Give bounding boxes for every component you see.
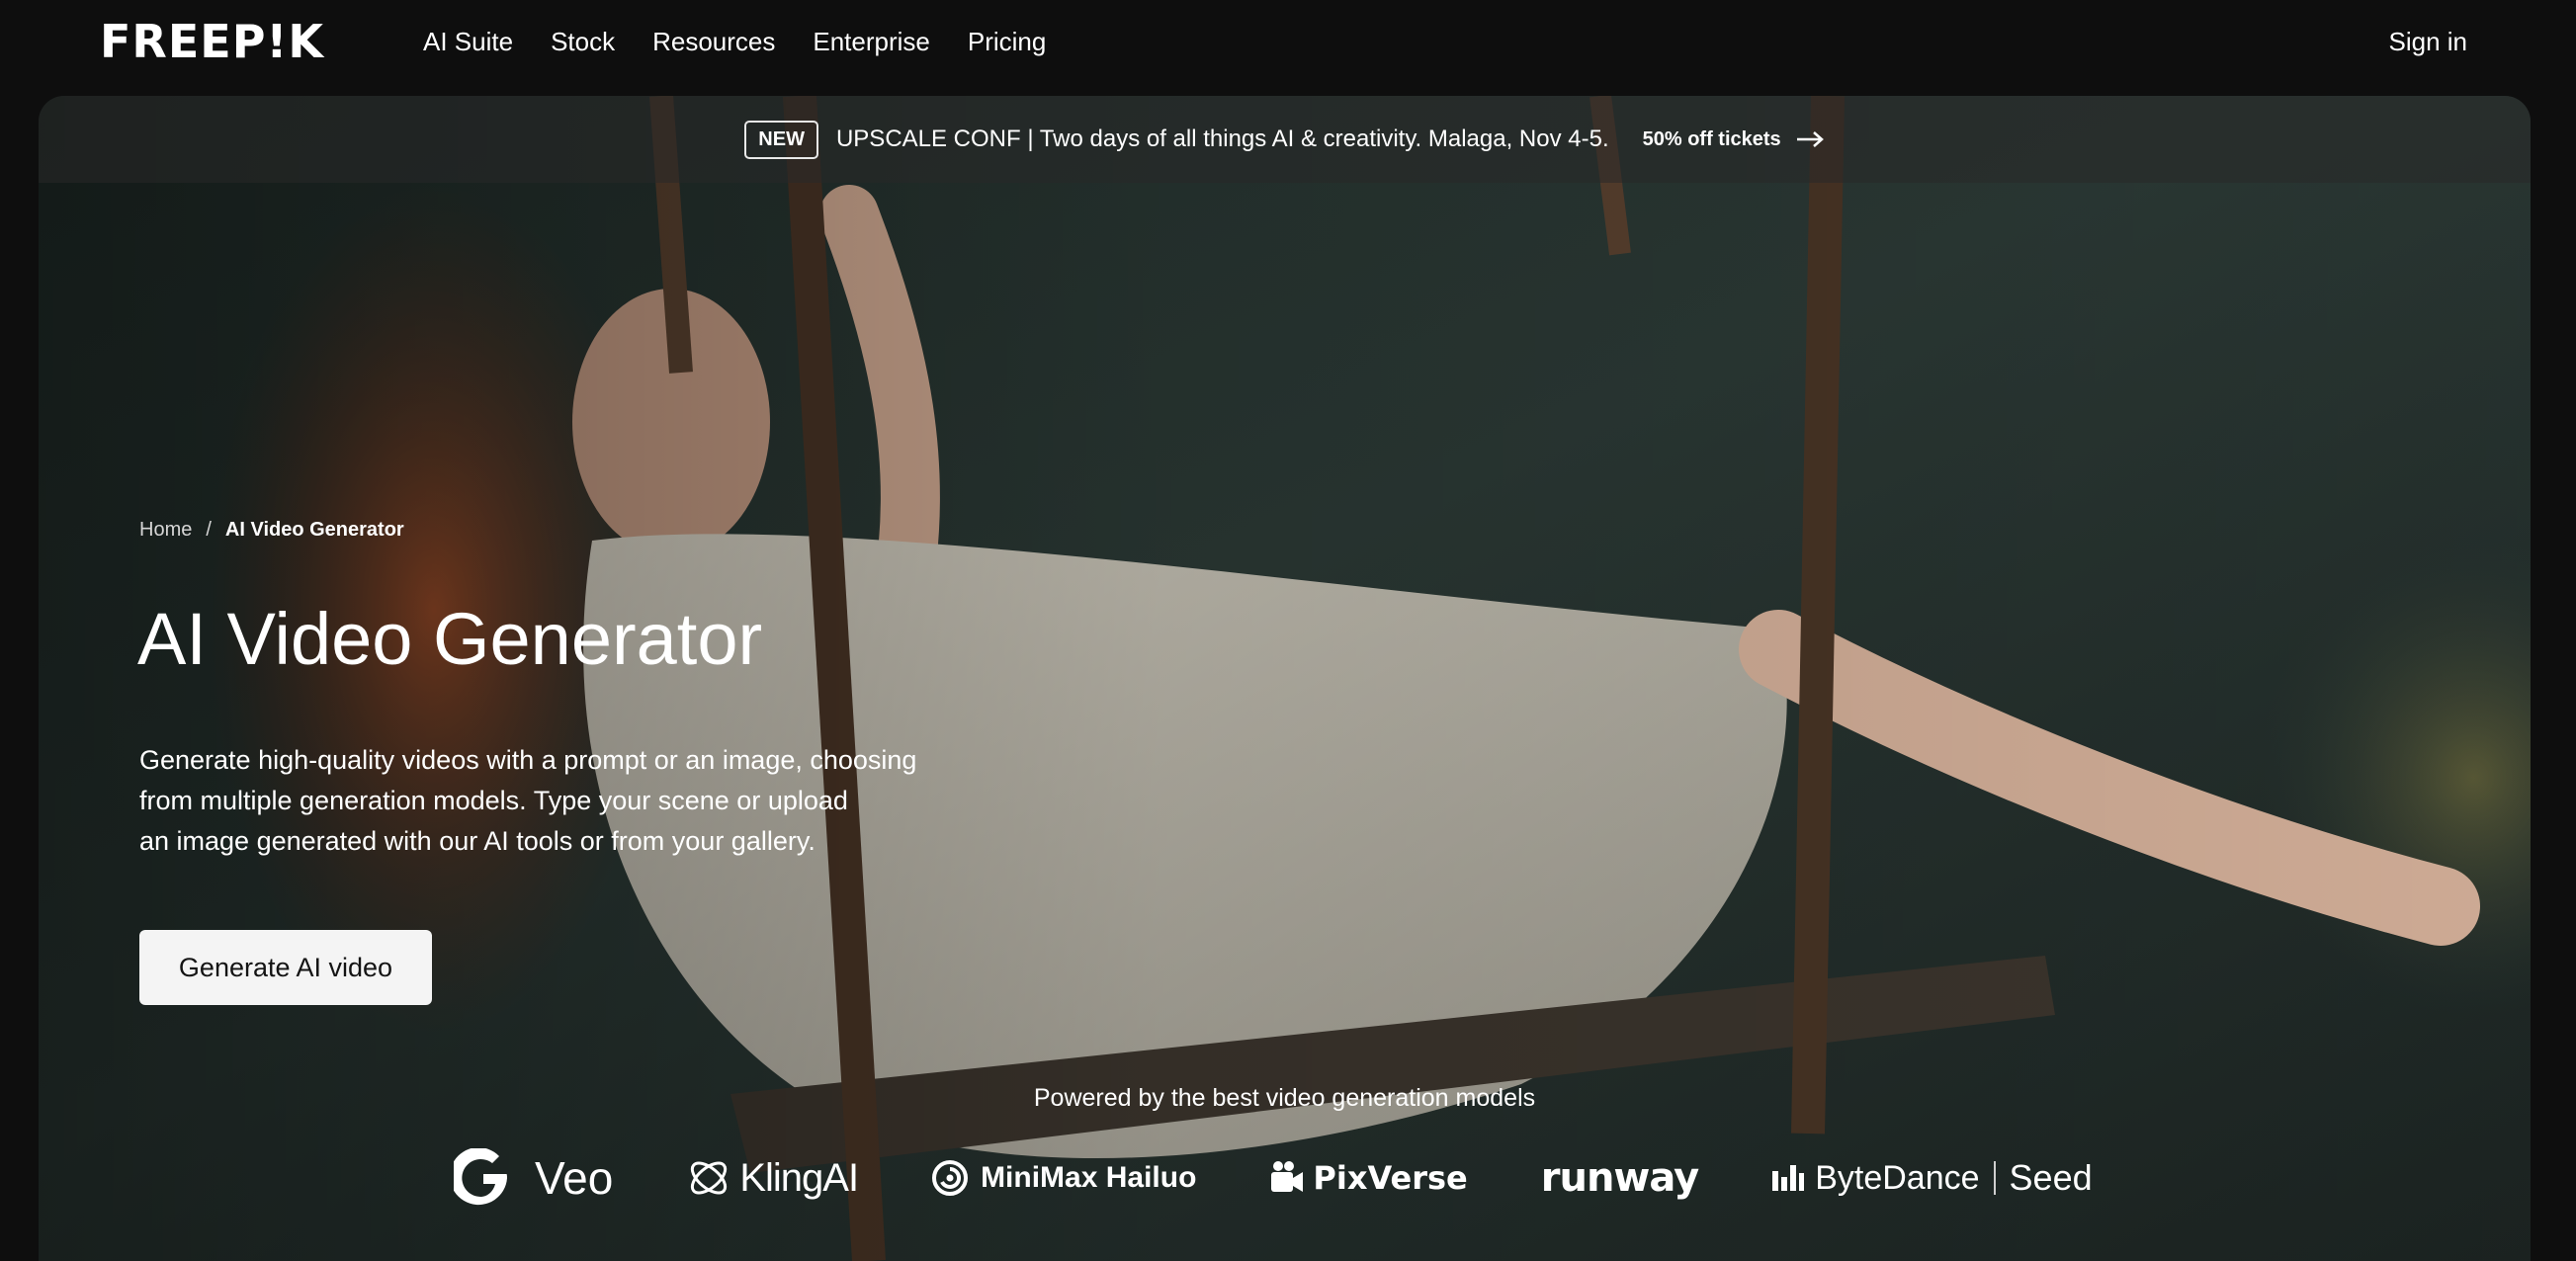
model-veo: Veo	[454, 1148, 613, 1208]
model-kling: KlingAI	[686, 1155, 859, 1201]
model-label: MiniMax Hailuo	[981, 1161, 1197, 1194]
nav-enterprise[interactable]: Enterprise	[813, 27, 930, 57]
kling-icon	[691, 1161, 728, 1195]
model-secondary-label: Seed	[2009, 1157, 2093, 1198]
hero-section: NEW UPSCALE CONF | Two days of all thing…	[39, 96, 2531, 1261]
breadcrumb-home[interactable]: Home	[139, 519, 192, 542]
model-label: Veo	[535, 1152, 614, 1204]
generate-ai-video-button[interactable]: Generate AI video	[139, 930, 432, 1005]
tickets-link-label: 50% off tickets	[1642, 127, 1781, 150]
model-label: ByteDance	[1815, 1158, 1980, 1197]
breadcrumb: Home / AI Video Generator	[139, 519, 404, 542]
breadcrumb-current: AI Video Generator	[224, 519, 404, 541]
main-nav: AI Suite Stock Resources Enterprise Pric…	[423, 0, 1083, 83]
nav-pricing[interactable]: Pricing	[968, 27, 1046, 57]
model-label: KlingAI	[739, 1155, 859, 1200]
bytedance-icon	[1772, 1165, 1805, 1191]
model-bytedance-seed: ByteDance Seed	[1771, 1157, 2093, 1199]
powered-by-heading: Powered by the best video generation mod…	[1033, 1084, 1536, 1112]
hero-description: Generate high-quality videos with a prom…	[139, 740, 970, 862]
logo-divider	[1993, 1161, 1996, 1195]
freepik-logo[interactable]: FREEP!K	[100, 19, 324, 64]
new-badge: NEW	[744, 120, 818, 159]
breadcrumb-separator: /	[206, 519, 212, 541]
description-line: an image generated with our AI tools or …	[139, 826, 816, 856]
nav-stock[interactable]: Stock	[551, 27, 615, 57]
pixverse-icon	[1271, 1161, 1304, 1192]
model-pixverse: PixVerse	[1269, 1159, 1468, 1197]
model-logos: Veo KlingAI MiniMax Hailuo PixVerse runw…	[454, 1143, 2166, 1213]
page-title: AI Video Generator	[137, 598, 763, 680]
description-line: Generate high-quality videos with a prom…	[139, 745, 917, 775]
announcement-text: UPSCALE CONF | Two days of all things AI…	[835, 126, 1609, 152]
description-line: from multiple generation models. Type yo…	[139, 786, 848, 815]
top-navigation: FREEP!K AI Suite Stock Resources Enterpr…	[0, 0, 2576, 83]
model-minimax-hailuo: MiniMax Hailuo	[931, 1159, 1196, 1197]
model-label: runway	[1540, 1155, 1699, 1201]
announcement-bar: NEW UPSCALE CONF | Two days of all thing…	[39, 96, 2531, 183]
nav-ai-suite[interactable]: AI Suite	[423, 27, 513, 57]
tickets-link[interactable]: 50% off tickets	[1643, 128, 1825, 151]
google-icon	[454, 1148, 507, 1206]
minimax-icon	[932, 1160, 969, 1196]
model-label: PixVerse	[1313, 1159, 1468, 1197]
sign-in-link[interactable]: Sign in	[2389, 0, 2468, 83]
nav-resources[interactable]: Resources	[652, 27, 775, 57]
model-runway: runway	[1540, 1155, 1699, 1201]
arrow-right-icon	[1796, 131, 1824, 147]
